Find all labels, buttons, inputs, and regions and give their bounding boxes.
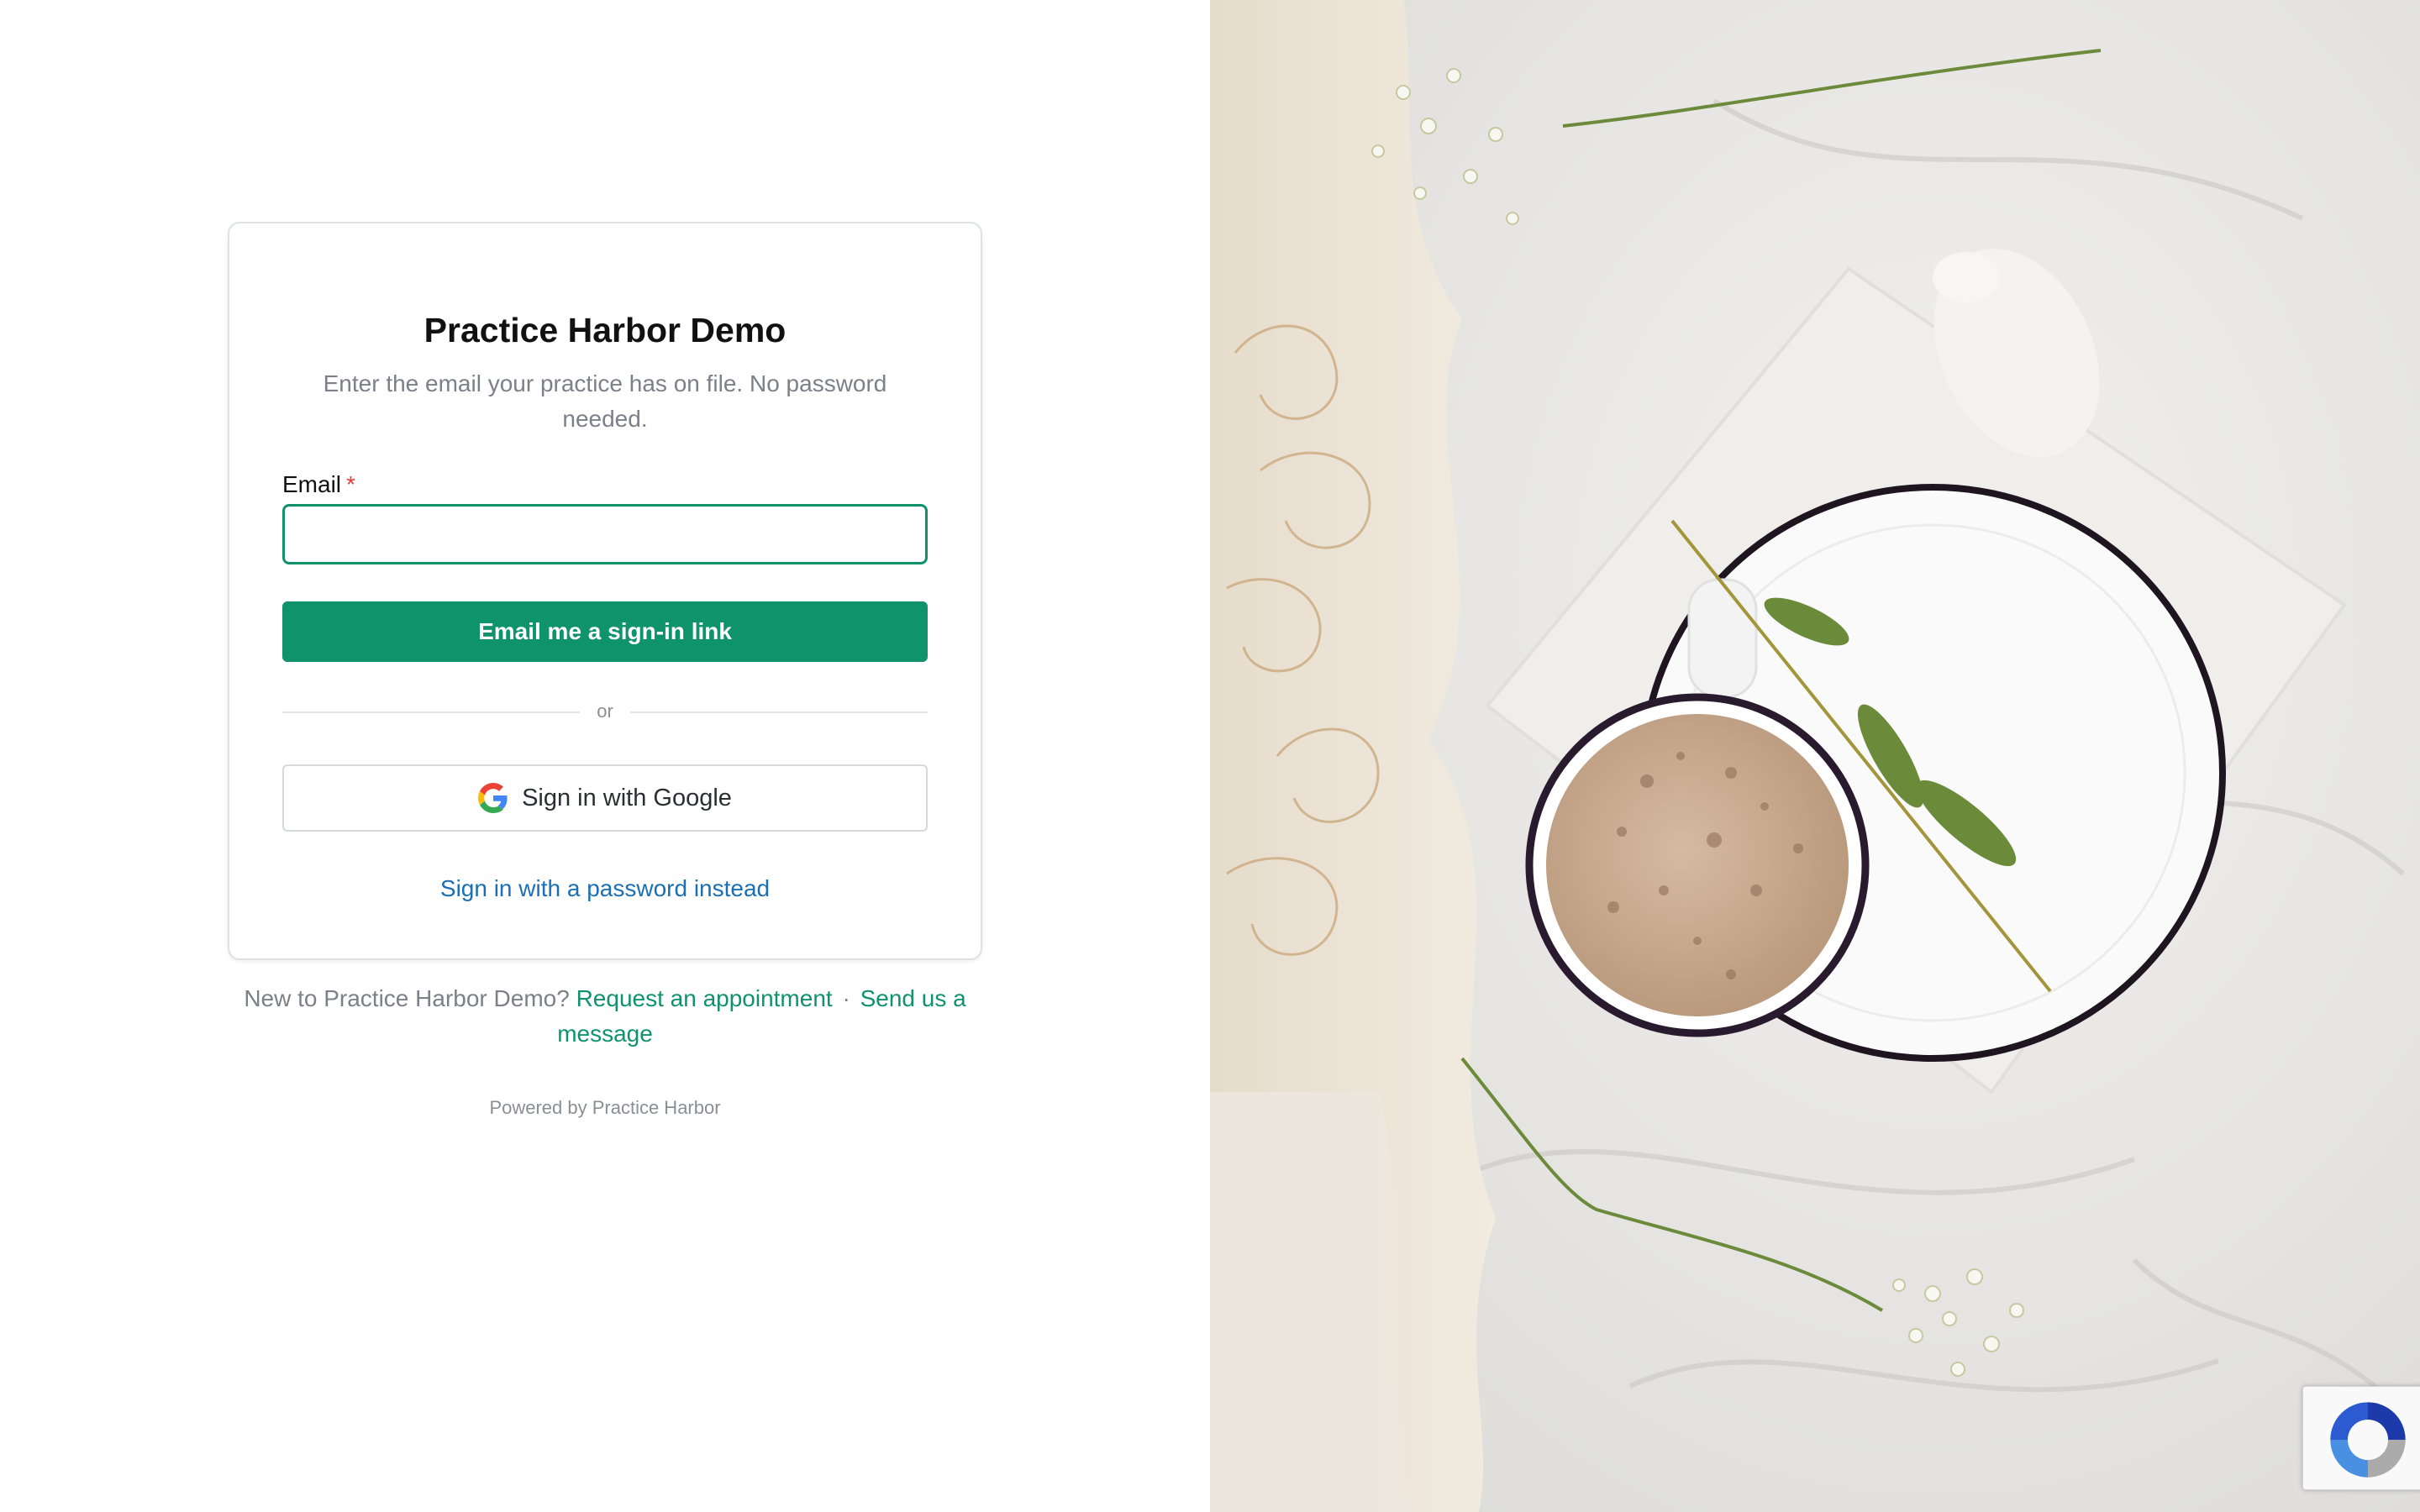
email-sign-in-link-button[interactable]: Email me a sign-in link <box>282 601 928 662</box>
new-patient-prompt: New to Practice Harbor Demo? Request an … <box>228 981 982 1052</box>
google-icon <box>478 783 508 813</box>
or-divider: or <box>282 699 928 724</box>
email-label: Email * <box>282 469 355 501</box>
powered-by-text: Powered by Practice Harbor <box>489 1097 721 1118</box>
required-marker: * <box>346 471 355 497</box>
divider-line-right <box>630 711 928 713</box>
email-label-text: Email <box>282 471 342 497</box>
google-sign-in-label: Sign in with Google <box>522 784 732 811</box>
password-sign-in-link[interactable]: Sign in with a password instead <box>0 872 1210 906</box>
hero-photo <box>1210 0 2420 1512</box>
footer-separator: · <box>842 985 850 1011</box>
coffee-cup-on-plate-photo <box>1210 0 2420 1512</box>
page-title: Practice Harbor Demo <box>424 311 786 349</box>
recaptcha-icon <box>2330 1402 2406 1478</box>
google-sign-in-button[interactable]: Sign in with Google <box>282 764 928 832</box>
new-patient-prompt-text: New to Practice Harbor Demo? <box>244 985 570 1011</box>
recaptcha-badge[interactable] <box>2302 1386 2420 1490</box>
email-field[interactable] <box>282 504 928 564</box>
sign-in-pane: Practice Harbor Demo Enter the email you… <box>0 0 1210 1512</box>
page-subtitle: Enter the email your practice has on fil… <box>323 370 887 432</box>
request-appointment-link[interactable]: Request an appointment <box>576 985 833 1011</box>
